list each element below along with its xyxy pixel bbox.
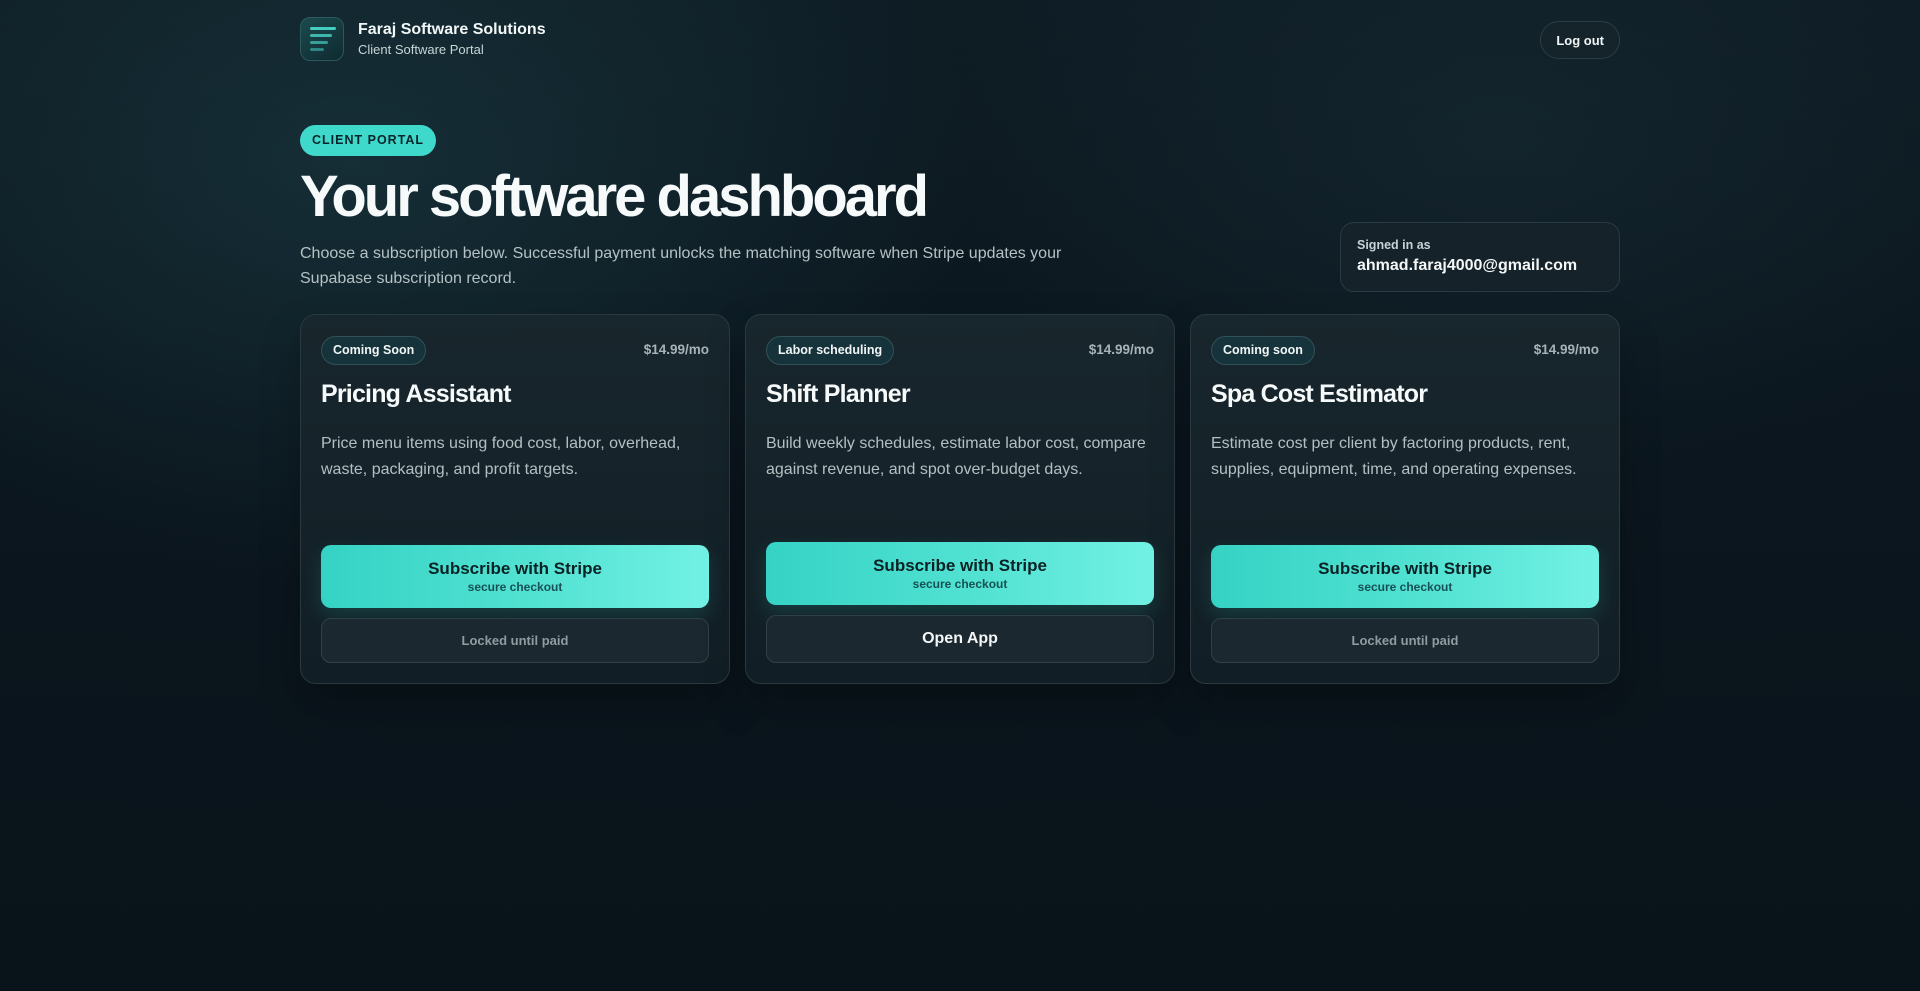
product-card-shift-planner: Labor scheduling $14.99/mo Shift Planner…	[745, 314, 1175, 684]
brand-name: Faraj Software Solutions	[358, 20, 546, 38]
logout-button[interactable]: Log out	[1540, 21, 1620, 59]
menu-lines-logo-icon	[300, 17, 344, 61]
locked-until-paid-button: Locked until paid	[321, 618, 709, 663]
product-status-tag: Labor scheduling	[766, 336, 895, 365]
subscribe-button[interactable]: Subscribe with Stripe secure checkout	[766, 542, 1154, 605]
page-description: Choose a subscription below. Successful …	[300, 245, 1062, 287]
product-status-tag: Coming soon	[1211, 336, 1315, 365]
subscribe-button[interactable]: Subscribe with Stripe secure checkout	[321, 545, 709, 608]
product-description: Price menu items using food cost, labor,…	[321, 435, 681, 478]
signed-in-panel: Signed in as ahmad.faraj4000@gmail.com	[1340, 222, 1620, 292]
subscribe-label: Subscribe with Stripe	[428, 558, 602, 578]
top-bar: Faraj Software Solutions Client Software…	[300, 17, 1620, 61]
open-app-button[interactable]: Open App	[766, 615, 1154, 663]
product-name: Shift Planner	[766, 380, 911, 408]
subscribe-sublabel: secure checkout	[1357, 579, 1453, 594]
subscribe-sublabel: secure checkout	[912, 576, 1008, 591]
subscribe-label: Subscribe with Stripe	[1318, 558, 1492, 578]
product-name: Spa Cost Estimator	[1211, 380, 1428, 408]
client-portal-badge: CLIENT PORTAL	[300, 125, 437, 156]
brand-subtitle: Client Software Portal	[358, 41, 484, 57]
locked-until-paid-button: Locked until paid	[1211, 618, 1599, 663]
signed-in-label: Signed in as	[1357, 238, 1431, 252]
page-title: Your software dashboard	[300, 164, 929, 229]
subscribe-sublabel: secure checkout	[467, 579, 563, 594]
product-price: $14.99/mo	[1088, 342, 1154, 357]
product-description: Build weekly schedules, estimate labor c…	[766, 435, 1146, 478]
product-description: Estimate cost per client by factoring pr…	[1211, 435, 1577, 478]
subscribe-button[interactable]: Subscribe with Stripe secure checkout	[1211, 545, 1599, 608]
product-price: $14.99/mo	[1533, 342, 1599, 357]
brand: Faraj Software Solutions Client Software…	[300, 17, 546, 61]
product-card-pricing-assistant: Coming Soon $14.99/mo Pricing Assistant …	[300, 314, 730, 684]
product-card-spa-cost-estimator: Coming soon $14.99/mo Spa Cost Estimator…	[1190, 314, 1620, 684]
subscribe-label: Subscribe with Stripe	[873, 555, 1047, 575]
user-email: ahmad.faraj4000@gmail.com	[1357, 257, 1578, 274]
product-status-tag: Coming Soon	[321, 336, 427, 365]
product-name: Pricing Assistant	[321, 380, 512, 408]
product-price: $14.99/mo	[643, 342, 709, 357]
product-cards: Coming Soon $14.99/mo Pricing Assistant …	[300, 314, 1620, 684]
